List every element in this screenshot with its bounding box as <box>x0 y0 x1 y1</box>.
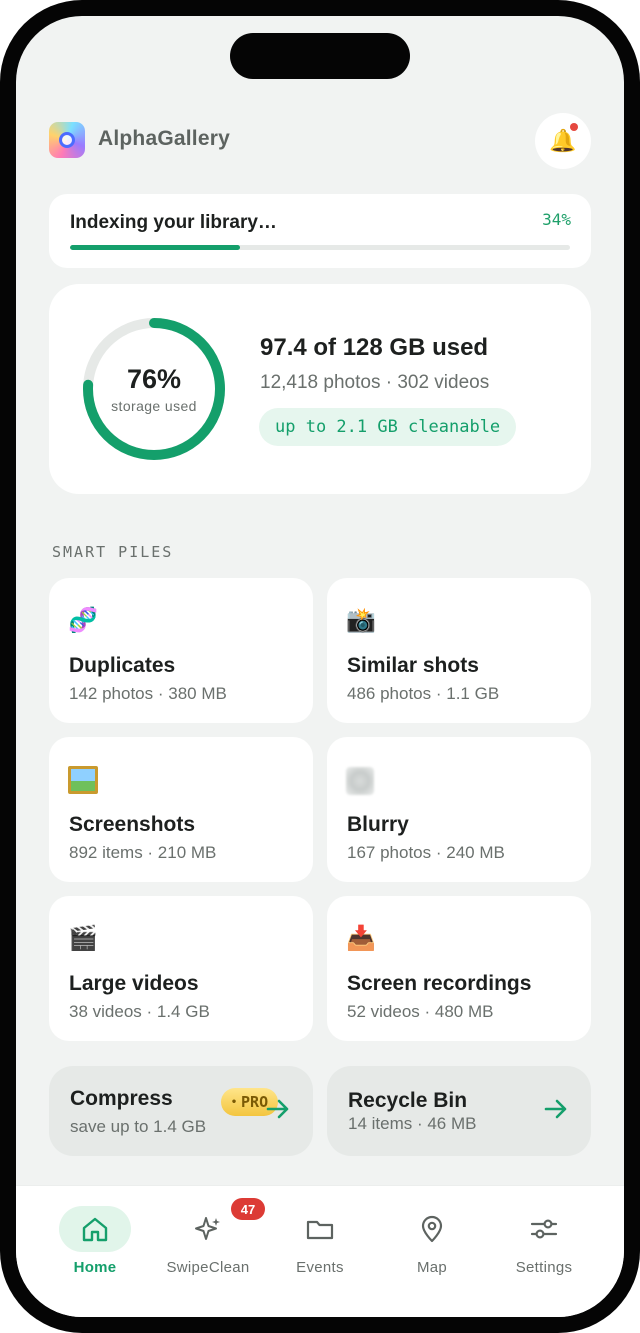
pile-name: Screenshots <box>69 813 196 836</box>
storage-percent-caption: storage used <box>111 398 197 414</box>
recycle-title: Recycle Bin <box>348 1089 468 1112</box>
tab-icon-wrap <box>508 1206 580 1252</box>
folder-icon <box>306 1220 334 1240</box>
tab-label: Events <box>296 1259 344 1276</box>
map-pin-icon <box>421 1215 443 1243</box>
clapper-board-icon: 🎬 <box>68 925 98 952</box>
tab-icon-wrap <box>284 1206 356 1252</box>
pile-name: Duplicates <box>69 654 176 677</box>
pile-screenshots[interactable]: Screenshots 892 items · 210 MB <box>49 737 313 882</box>
indexing-percent: 34% <box>542 210 571 229</box>
tab-icon-wrap <box>396 1206 468 1252</box>
notifications-button[interactable]: 🔔 <box>535 113 591 169</box>
pile-meta: 167 photos · 240 MB <box>347 843 505 862</box>
tab-home[interactable]: Home <box>45 1186 145 1296</box>
pile-duplicates[interactable]: 🧬 Duplicates 142 photos · 380 MB <box>49 578 313 723</box>
pile-meta: 486 photos · 1.1 GB <box>347 684 500 703</box>
tab-label: Map <box>416 1259 448 1276</box>
pile-meta: 892 items · 210 MB <box>69 843 217 862</box>
sliders-icon <box>530 1219 558 1239</box>
indexing-card: Indexing your library… 34% <box>49 194 591 268</box>
blur-icon <box>346 765 376 795</box>
framed-picture-icon <box>68 765 98 795</box>
swipeclean-count-badge: 47 <box>231 1198 265 1220</box>
compress-title: Compress <box>70 1087 173 1110</box>
pile-similar-shots[interactable]: 📸 Similar shots 486 photos · 1.1 GB <box>327 578 591 723</box>
tab-events[interactable]: Events <box>270 1186 370 1296</box>
app-screen: AlphaGallery 🔔 Indexing your library… 34… <box>16 16 624 1317</box>
pile-screen-recordings[interactable]: 📥 Screen recordings 52 videos · 480 MB <box>327 896 591 1041</box>
compress-button[interactable]: Compress • PRO save up to 1.4 GB <box>49 1066 313 1156</box>
app-title: AlphaGallery <box>98 127 230 150</box>
tab-label: Settings <box>515 1259 573 1276</box>
pile-meta: 142 photos · 380 MB <box>69 684 227 703</box>
dynamic-island <box>230 33 410 79</box>
compress-subtitle: save up to 1.4 GB <box>70 1117 207 1136</box>
pile-name: Similar shots <box>347 654 479 677</box>
phone-frame: AlphaGallery 🔔 Indexing your library… 34… <box>0 0 640 1333</box>
arrow-right-icon <box>544 1099 567 1119</box>
pile-name: Blurry <box>347 813 409 836</box>
dna-icon: 🧬 <box>68 607 98 634</box>
indexing-progress-fill <box>70 245 240 250</box>
sparkle-icon <box>195 1217 220 1240</box>
camera-flash-icon: 📸 <box>346 607 376 634</box>
tab-label: SwipeClean <box>166 1259 250 1276</box>
recycle-subtitle: 14 items · 46 MB <box>348 1114 477 1133</box>
bell-icon: 🔔 <box>549 128 577 153</box>
section-label: SMART PILES <box>52 543 174 561</box>
home-icon <box>82 1217 108 1242</box>
arrow-right-icon <box>266 1099 289 1119</box>
tab-map[interactable]: Map <box>382 1186 482 1296</box>
storage-used-text: 97.4 of 128 GB used <box>260 334 489 361</box>
storage-percent: 76% <box>126 364 182 394</box>
indexing-title: Indexing your library… <box>70 212 277 233</box>
pile-large-videos[interactable]: 🎬 Large videos 38 videos · 1.4 GB <box>49 896 313 1041</box>
tab-icon-highlight <box>59 1206 131 1252</box>
notification-dot <box>570 123 578 131</box>
indexing-progress-track <box>70 245 570 250</box>
tab-settings[interactable]: Settings <box>494 1186 594 1296</box>
inbox-tray-icon: 📥 <box>346 925 376 952</box>
pile-meta: 38 videos · 1.4 GB <box>69 1002 210 1021</box>
tab-bar: Home SwipeClean 47 Events Map Settings <box>16 1185 624 1317</box>
recycle-bin-button[interactable]: Recycle Bin 14 items · 46 MB <box>327 1066 591 1156</box>
gallery-logo-icon <box>49 122 85 158</box>
pile-name: Large videos <box>69 972 199 995</box>
storage-card[interactable]: 76% storage used 97.4 of 128 GB used 12,… <box>49 284 591 494</box>
cleanable-chip[interactable]: up to 2.1 GB cleanable <box>259 408 517 446</box>
storage-counts-text: 12,418 photos · 302 videos <box>260 372 490 393</box>
pile-blurry[interactable]: Blurry 167 photos · 240 MB <box>327 737 591 882</box>
sparkle-dot-icon: • <box>231 1096 238 1108</box>
tab-label: Home <box>73 1259 117 1276</box>
pile-meta: 52 videos · 480 MB <box>347 1002 494 1021</box>
pile-name: Screen recordings <box>347 972 532 995</box>
